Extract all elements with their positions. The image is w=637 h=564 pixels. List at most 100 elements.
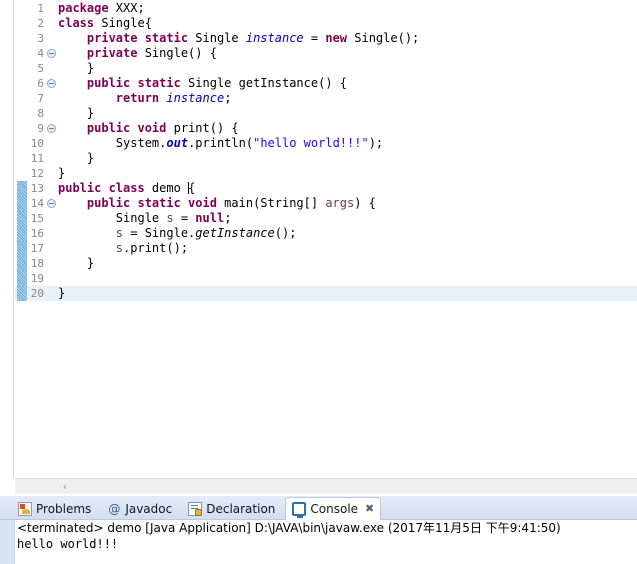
console-output-area[interactable]: <terminated> demo [Java Application] D:\… xyxy=(14,520,637,564)
code-token: } xyxy=(58,286,66,300)
code-token: new xyxy=(325,31,348,45)
tab-console[interactable]: Console ✖ xyxy=(285,497,382,521)
editor-bottom-divider xyxy=(0,494,637,495)
code-token: = xyxy=(303,31,326,45)
code-viewport[interactable]: 1 package XXX; 2 class Single{3 private sta… xyxy=(15,0,637,478)
code-line-text: } xyxy=(58,61,94,76)
line-number: 1 xyxy=(37,2,44,15)
tab-javadoc[interactable]: @ Javadoc xyxy=(101,498,178,520)
line-number: 18 xyxy=(30,257,44,270)
code-line-text: } xyxy=(58,256,94,271)
collapse-fold-icon[interactable] xyxy=(47,49,56,58)
code-token: ); xyxy=(368,136,384,150)
code-token: .print(); xyxy=(123,241,189,255)
code-line-text: System.out.println("hello world!!!"); xyxy=(58,136,383,151)
console-icon xyxy=(292,502,307,518)
tab-label: Declaration xyxy=(206,502,276,516)
code-token: Single getInstance() { xyxy=(180,76,347,90)
annotation-ruler[interactable] xyxy=(0,0,14,478)
code-line-list[interactable]: 1 package XXX; 2 class Single{3 private sta… xyxy=(15,0,637,301)
code-line[interactable]: 8 } xyxy=(15,106,637,121)
code-line-text: private Single() { xyxy=(58,46,217,61)
line-number: 3 xyxy=(37,32,44,45)
tab-label: Javadoc xyxy=(125,502,173,516)
code-line[interactable]: 20} xyxy=(15,286,637,301)
code-line-text: } xyxy=(58,106,94,121)
code-line[interactable]: 11 } xyxy=(15,151,637,166)
line-number: 11 xyxy=(30,152,44,165)
code-token: s xyxy=(166,211,174,225)
console-launch-header: <terminated> demo [Java Application] D:\… xyxy=(17,521,561,535)
code-line-text: } xyxy=(58,151,94,166)
code-token: Single() { xyxy=(137,46,217,60)
line-number: 9 xyxy=(37,122,44,135)
code-line[interactable]: 15 Single s = null; xyxy=(15,211,637,226)
code-token: public static void xyxy=(86,196,217,210)
code-token: instance xyxy=(166,91,225,105)
code-token: Single{ xyxy=(94,16,152,30)
collapse-fold-icon[interactable] xyxy=(47,79,56,88)
code-token: Single xyxy=(188,31,246,45)
code-token: } xyxy=(58,61,95,75)
line-number: 15 xyxy=(30,212,44,225)
line-number: 5 xyxy=(37,62,44,75)
collapse-fold-icon[interactable] xyxy=(47,124,56,133)
code-line[interactable]: 2 class Single{ xyxy=(15,16,637,31)
line-number: 16 xyxy=(30,227,44,240)
code-token: private xyxy=(86,46,138,60)
code-token: private static xyxy=(86,31,189,45)
code-token: = Single. xyxy=(123,226,196,240)
code-line[interactable]: 17 s.print(); xyxy=(15,241,637,256)
code-token: public static xyxy=(86,76,181,90)
code-line[interactable]: 16 s = Single.getInstance(); xyxy=(15,226,637,241)
code-token: class xyxy=(58,16,95,30)
collapse-fold-icon[interactable] xyxy=(47,199,56,208)
code-editor-pane[interactable]: 1 package XXX; 2 class Single{3 private sta… xyxy=(0,0,637,495)
code-token: } xyxy=(58,106,95,120)
code-line[interactable]: 18 } xyxy=(15,256,637,271)
code-token: XXX; xyxy=(108,1,145,15)
code-token: main(String[] xyxy=(216,196,326,210)
code-line[interactable]: 9 public void print() { xyxy=(15,121,637,136)
code-line[interactable]: 4 private Single() { xyxy=(15,46,637,61)
line-number: 7 xyxy=(37,92,44,105)
close-icon[interactable]: ✖ xyxy=(365,502,374,516)
code-line[interactable]: 14 public static void main(String[] args… xyxy=(15,196,637,211)
code-token: s xyxy=(115,241,124,255)
editor-horizontal-scrollbar[interactable]: ‹ xyxy=(15,478,637,494)
code-token: } xyxy=(58,256,95,270)
code-line[interactable]: 13 public class demo { xyxy=(15,181,637,196)
tab-declaration[interactable]: Declaration xyxy=(182,498,281,520)
code-line[interactable]: 12} xyxy=(15,166,637,181)
code-token: null xyxy=(195,211,225,225)
code-line-text: package XXX; xyxy=(58,1,145,16)
code-line-text: } xyxy=(58,286,65,301)
code-token: "hello world!!!" xyxy=(253,136,369,150)
scroll-left-arrow-icon[interactable]: ‹ xyxy=(57,479,73,494)
code-line-text: private static Single instance = new Sin… xyxy=(58,31,419,46)
code-token: ; xyxy=(224,211,232,225)
tab-problems[interactable]: Problems xyxy=(12,498,97,520)
code-line[interactable]: 3 private static Single instance = new S… xyxy=(15,31,637,46)
line-number: 6 xyxy=(37,77,44,90)
code-token: System. xyxy=(58,136,167,150)
code-token: .println( xyxy=(188,136,254,150)
code-line[interactable]: 10 System.out.println("hello world!!!"); xyxy=(15,136,637,151)
code-line[interactable]: 1 package XXX; xyxy=(15,1,637,16)
code-line[interactable]: 5 } xyxy=(15,61,637,76)
line-number: 13 xyxy=(30,182,44,195)
line-number: 4 xyxy=(37,47,44,60)
code-line[interactable]: 7 return instance; xyxy=(15,91,637,106)
code-token: } xyxy=(58,166,66,180)
code-line[interactable]: 6 public static Single getInstance() { xyxy=(15,76,637,91)
code-token: out xyxy=(166,136,189,150)
code-line-text: public void print() { xyxy=(58,121,239,136)
bottom-view-tabbar[interactable]: Problems @ Javadoc Declaration Console ✖ xyxy=(0,496,637,521)
code-line[interactable]: 19 xyxy=(15,271,637,286)
